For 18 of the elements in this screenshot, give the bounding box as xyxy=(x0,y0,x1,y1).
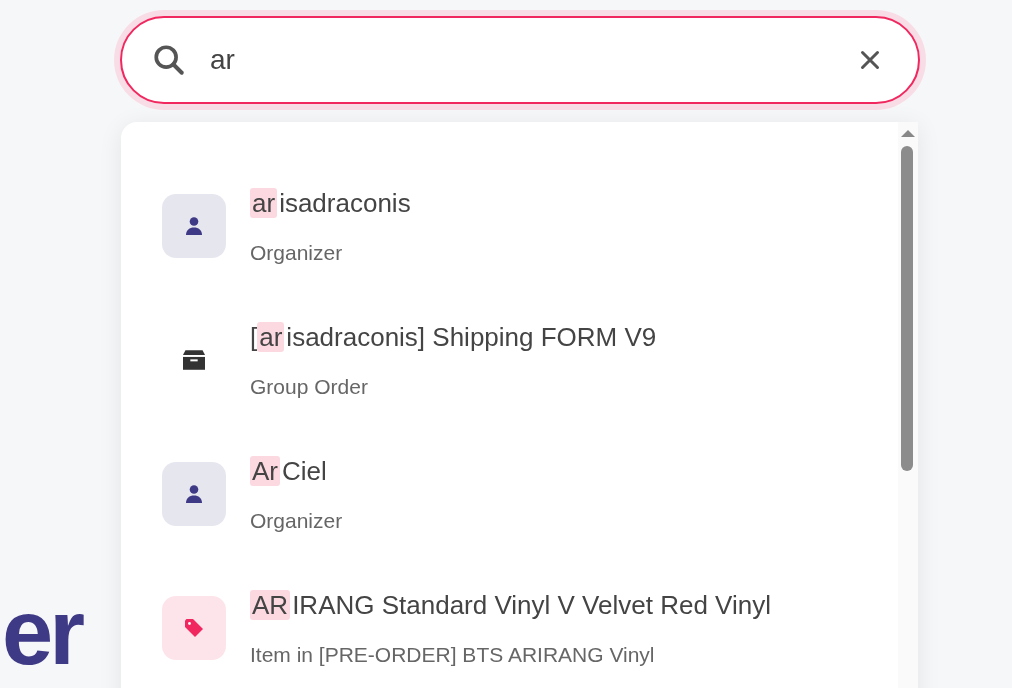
search-icon xyxy=(152,43,186,77)
result-title: ar isadraconis xyxy=(250,187,411,219)
person-icon xyxy=(162,462,226,526)
result-title: [ar isadraconis] Shipping FORM V9 xyxy=(250,321,657,353)
result-subtitle: Group Order xyxy=(250,374,369,399)
background-heading: er xyxy=(2,586,81,678)
search-field[interactable]: ar xyxy=(120,16,920,104)
box-icon xyxy=(183,350,205,370)
scrollbar-thumb[interactable] xyxy=(901,146,913,471)
result-subtitle: Organizer xyxy=(250,508,343,533)
result-title: AR IRANG Standard Vinyl V Velvet Red Vinyl xyxy=(250,589,771,621)
result-subtitle: Item in [PRE-ORDER] BTS ARIRANG Vinyl xyxy=(250,642,656,667)
tag-icon xyxy=(162,596,226,660)
result-subtitle: Organizer xyxy=(250,240,344,265)
result-title: ArCiel xyxy=(250,455,328,487)
scroll-up-arrow-icon[interactable] xyxy=(901,130,915,137)
person-icon xyxy=(162,194,226,258)
clear-icon[interactable] xyxy=(860,50,880,70)
